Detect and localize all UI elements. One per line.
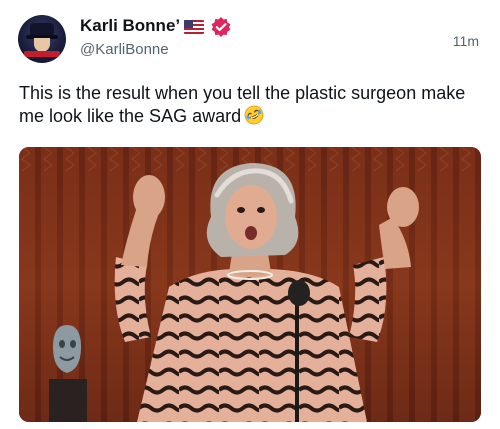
striped-dress bbox=[137, 268, 367, 422]
post-text: This is the result when you tell the pla… bbox=[19, 82, 481, 128]
microphone bbox=[288, 280, 310, 306]
avatar-face bbox=[34, 38, 50, 52]
photo-illustration bbox=[19, 147, 481, 422]
us-flag-icon bbox=[184, 20, 204, 34]
microphone-stand bbox=[295, 297, 299, 422]
post-image[interactable] bbox=[19, 147, 481, 422]
user-handle[interactable]: @KarliBonne bbox=[80, 41, 169, 58]
verified-badge-icon bbox=[210, 16, 232, 38]
avatar[interactable] bbox=[18, 15, 66, 63]
rolling-on-floor-laughing-emoji bbox=[244, 105, 264, 125]
open-mouth bbox=[245, 226, 257, 240]
avatar-banner bbox=[24, 51, 60, 57]
timestamp[interactable]: 11m bbox=[453, 33, 479, 49]
display-name[interactable]: Karli Bonne’ bbox=[80, 16, 180, 36]
post-text-body: This is the result when you tell the pla… bbox=[19, 83, 466, 126]
